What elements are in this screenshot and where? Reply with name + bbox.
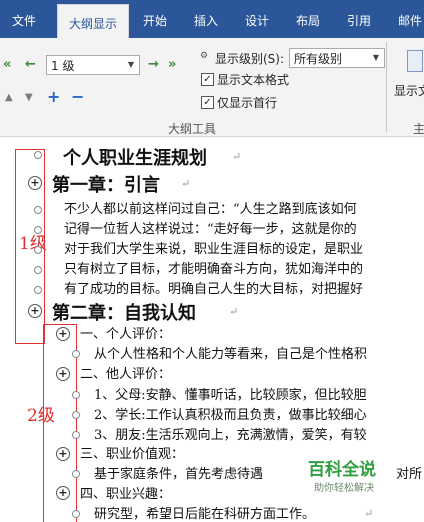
collapse-icon[interactable]: − <box>71 87 84 106</box>
tab-references[interactable]: 引用 <box>347 0 371 38</box>
chapter1-heading[interactable]: 第一章：引言 <box>52 171 160 197</box>
bullet-icon[interactable] <box>72 411 80 419</box>
body-paragraph[interactable]: 有了成功的目标。明确自己人生的大目标，对把握好 <box>64 278 363 297</box>
show-document-icon[interactable] <box>407 50 423 72</box>
ribbon-tab-bar: 文件 大纲显示 开始 插入 设计 布局 引用 邮件 <box>0 0 424 39</box>
show-text-format-checkbox[interactable]: ✓ <box>201 73 214 86</box>
watermark-subtitle: 助你轻松解决 <box>314 483 374 494</box>
show-text-format-label: 显示文本格式 <box>217 73 290 87</box>
bullet-icon[interactable] <box>34 206 42 214</box>
demote-icon[interactable]: → <box>148 57 159 72</box>
body-paragraph[interactable]: 记得一位哲人这样说过：“走好每一步，这就是你的 <box>64 218 357 237</box>
bullet-icon[interactable] <box>72 510 80 518</box>
chevron-down-icon: ▼ <box>372 53 380 62</box>
bullet-icon[interactable] <box>34 246 42 254</box>
show-level-label: 显示级别(S): <box>215 52 285 66</box>
tab-mailings[interactable]: 邮件 <box>398 0 422 38</box>
bullet-icon[interactable] <box>72 350 80 358</box>
tab-file[interactable]: 文件 <box>12 0 36 38</box>
show-level-value: 所有级别 <box>294 52 343 66</box>
demote-to-body-icon[interactable]: » <box>168 57 176 72</box>
body-paragraph[interactable]: 不少人都以前这样问过自己：“人生之路到底该如何 <box>64 198 357 217</box>
promote-to-heading1-icon[interactable]: « <box>3 57 11 72</box>
tab-home[interactable]: 开始 <box>143 0 167 38</box>
show-first-line-checkbox[interactable]: ✓ <box>201 96 214 109</box>
show-document-button[interactable]: 显示文 <box>394 82 424 99</box>
expand-plus-icon[interactable]: + <box>28 304 42 318</box>
bullet-icon[interactable] <box>72 391 80 399</box>
section-heading[interactable]: 二、他人评价： <box>80 363 171 382</box>
bullet-icon[interactable] <box>34 266 42 274</box>
show-level-select[interactable]: 所有级别 ▼ <box>289 48 385 68</box>
level1-annotation-label: 1级 <box>19 234 47 254</box>
body-paragraph[interactable]: 基于家庭条件，首先考虑待遇 <box>94 463 263 482</box>
show-first-line-label: 仅显示首行 <box>217 96 278 110</box>
section-heading[interactable]: 一、个人评价： <box>80 323 171 342</box>
outline-level-select[interactable]: 1 级 ▼ <box>46 55 140 75</box>
ribbon-panel: « ← 1 级 ▼ → » ▲ ▼ + − ⚙ 显示级别(S): 所有级别 ▼ … <box>0 38 424 137</box>
outline-level-value: 1 级 <box>51 59 75 73</box>
paragraph-mark-icon: ↵ <box>181 177 191 190</box>
doc-title[interactable]: 个人职业生涯规划 <box>63 144 207 170</box>
section-heading[interactable]: 四、职业兴趣： <box>80 483 171 502</box>
tab-outline[interactable]: 大纲显示 <box>57 4 129 39</box>
expand-plus-icon[interactable]: + <box>56 367 70 381</box>
level2-annotation-label: 2级 <box>27 406 55 426</box>
show-level-icon: ⚙ <box>200 51 209 61</box>
bullet-icon[interactable] <box>34 226 42 234</box>
body-paragraph[interactable]: 研究型，希望日后能在科研方面工作。 <box>94 503 315 522</box>
bullet-icon[interactable] <box>34 151 42 159</box>
expand-plus-icon[interactable]: + <box>28 176 42 190</box>
tab-layout[interactable]: 布局 <box>296 0 320 38</box>
move-down-icon[interactable]: ▼ <box>25 92 33 103</box>
paragraph-mark-icon: ↵ <box>232 150 242 163</box>
move-up-icon[interactable]: ▲ <box>5 92 13 103</box>
body-paragraph[interactable]: 对于我们大学生来说，职业生涯目标的设定，是职业 <box>64 238 363 257</box>
tab-design[interactable]: 设计 <box>245 0 269 38</box>
bullet-icon[interactable] <box>34 286 42 294</box>
paragraph-mark-icon: ↵ <box>229 305 239 318</box>
tab-insert[interactable]: 插入 <box>194 0 218 38</box>
body-paragraph[interactable]: 只有树立了目标，才能明确奋斗方向，犹如海洋中的 <box>64 258 363 277</box>
bullet-icon[interactable] <box>72 470 80 478</box>
expand-plus-icon[interactable]: + <box>56 447 70 461</box>
promote-icon[interactable]: ← <box>25 57 36 72</box>
body-paragraph[interactable]: 从个人性格和个人能力等看来，自己是个性格积 <box>94 343 367 362</box>
watermark-title: 百科全说 <box>308 460 376 480</box>
group-divider <box>386 42 387 132</box>
watermark: 百科全说 助你轻松解决 <box>300 455 424 500</box>
paragraph-mark-icon: ↵ <box>364 507 374 520</box>
body-paragraph[interactable]: 1、父母:安静、懂事听话，比较顾家，但比较胆 <box>94 384 367 403</box>
chapter2-heading[interactable]: 第二章：自我认知 <box>52 299 196 325</box>
expand-plus-icon[interactable]: + <box>56 486 70 500</box>
body-paragraph[interactable]: 3、朋友:生活乐观向上，充满激情，爱笑，有较 <box>94 424 367 443</box>
expand-icon[interactable]: + <box>47 87 60 106</box>
chevron-down-icon: ▼ <box>127 60 135 69</box>
group-label-master: 主 <box>413 122 424 136</box>
group-label-outline-tools: 大纲工具 <box>168 122 217 136</box>
expand-plus-icon[interactable]: + <box>56 327 70 341</box>
bullet-icon[interactable] <box>72 431 80 439</box>
body-paragraph[interactable]: 2、学长:工作认真积极而且负责，做事比较细心 <box>94 404 367 423</box>
section-heading[interactable]: 三、职业价值观： <box>80 443 184 462</box>
